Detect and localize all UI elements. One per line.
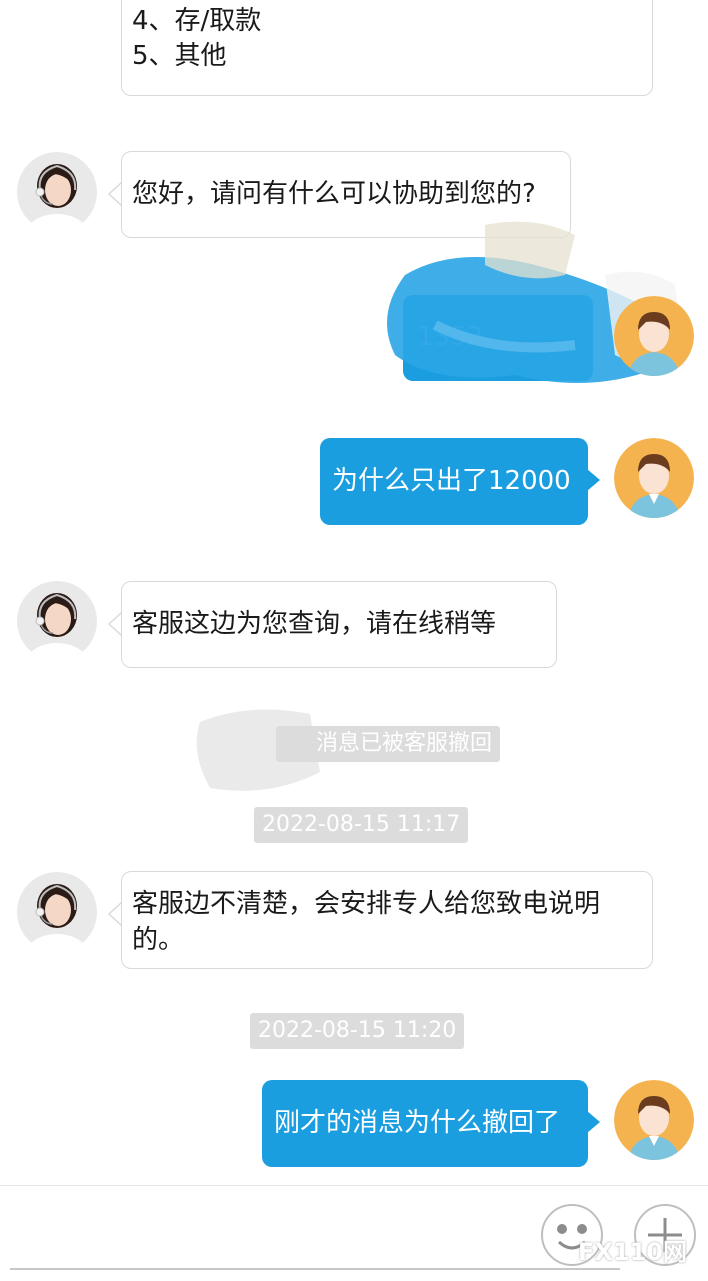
user-question-text-1: 为什么只出了12000 <box>332 466 571 496</box>
timestamp-pill: 2022-08-15 11:17 <box>254 807 469 843</box>
user-avatar[interactable] <box>614 1080 694 1160</box>
agent-avatar[interactable] <box>17 872 97 952</box>
agent-avatar[interactable] <box>17 152 97 232</box>
agent-unclear-text: 客服边不清楚，会安排专人给您致电说明的。 <box>132 889 601 955</box>
agent-unclear-bubble: 客服边不清楚，会安排专人给您致电说明的。 <box>121 871 653 969</box>
chat-thread[interactable]: 4、存/取款 5、其他 您好，请问有什么可以协助到您的? 1352 <box>0 0 708 1185</box>
user-question-bubble-2: 刚才的消息为什么撤回了 <box>262 1080 588 1167</box>
agent-checking-text: 客服这边为您查询，请在线稍等 <box>132 609 497 639</box>
agent-menu-bubble: 4、存/取款 5、其他 <box>121 0 653 96</box>
watermark: FX110网 <box>578 1238 687 1266</box>
user-avatar[interactable] <box>614 438 694 518</box>
menu-line-5: 5、其他 <box>132 41 227 71</box>
agent-avatar[interactable] <box>17 581 97 661</box>
agent-checking-bubble: 客服这边为您查询，请在线稍等 <box>121 581 557 668</box>
user-avatar[interactable] <box>614 296 694 376</box>
bubble-tail <box>587 469 600 491</box>
timestamp-text: 2022-08-15 11:17 <box>262 812 461 837</box>
recalled-notice: 消息已被客服撤回 <box>276 726 501 762</box>
user-question-bubble-1: 为什么只出了12000 <box>320 438 588 525</box>
timestamp-pill: 2022-08-15 11:20 <box>250 1013 465 1049</box>
menu-line-4: 4、存/取款 <box>132 6 262 36</box>
message-input[interactable] <box>10 1268 620 1270</box>
user-question-text-2: 刚才的消息为什么撤回了 <box>274 1108 561 1138</box>
timestamp-text: 2022-08-15 11:20 <box>258 1018 457 1043</box>
bubble-tail <box>587 1111 600 1133</box>
recalled-notice-text: 消息已被客服撤回 <box>316 731 493 756</box>
